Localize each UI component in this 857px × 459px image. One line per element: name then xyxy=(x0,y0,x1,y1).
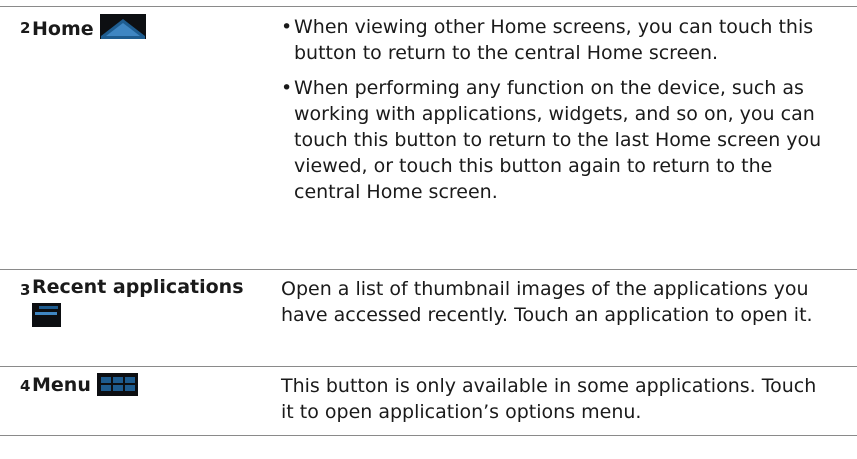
bullet-item: When viewing other Home screens, you can… xyxy=(281,14,833,66)
row-name-home: Home xyxy=(32,7,281,269)
bullet-item: When performing any function on the devi… xyxy=(281,75,833,205)
row-name-menu: Menu xyxy=(32,367,281,435)
button-description-table: 2 Home When viewing other Home screens, … xyxy=(0,6,857,436)
row-description-menu: This button is only available in some ap… xyxy=(281,375,817,423)
row-number: 3 xyxy=(20,281,31,299)
row-name-label: Recent applications xyxy=(32,276,244,298)
menu-icon xyxy=(96,373,138,396)
table-row-home: 2 Home When viewing other Home screens, … xyxy=(0,6,857,269)
row-number: 2 xyxy=(20,19,31,37)
table-row-menu: 4 Menu This button is only available in … xyxy=(0,366,857,436)
table-row-recent-applications: 3 Recent applications Open a list of thu… xyxy=(0,269,857,366)
row-description-recent-applications: Open a list of thumbnail images of the a… xyxy=(281,278,813,326)
row-number: 4 xyxy=(20,377,31,395)
row-name-label: Home xyxy=(32,18,94,40)
row-description-home: When viewing other Home screens, you can… xyxy=(281,7,857,269)
row-name-recent-applications: Recent applications xyxy=(32,270,281,366)
bullet-list: When viewing other Home screens, you can… xyxy=(281,14,833,205)
home-icon xyxy=(99,14,146,39)
recent-apps-icon xyxy=(32,303,61,327)
row-name-label: Menu xyxy=(32,374,91,396)
